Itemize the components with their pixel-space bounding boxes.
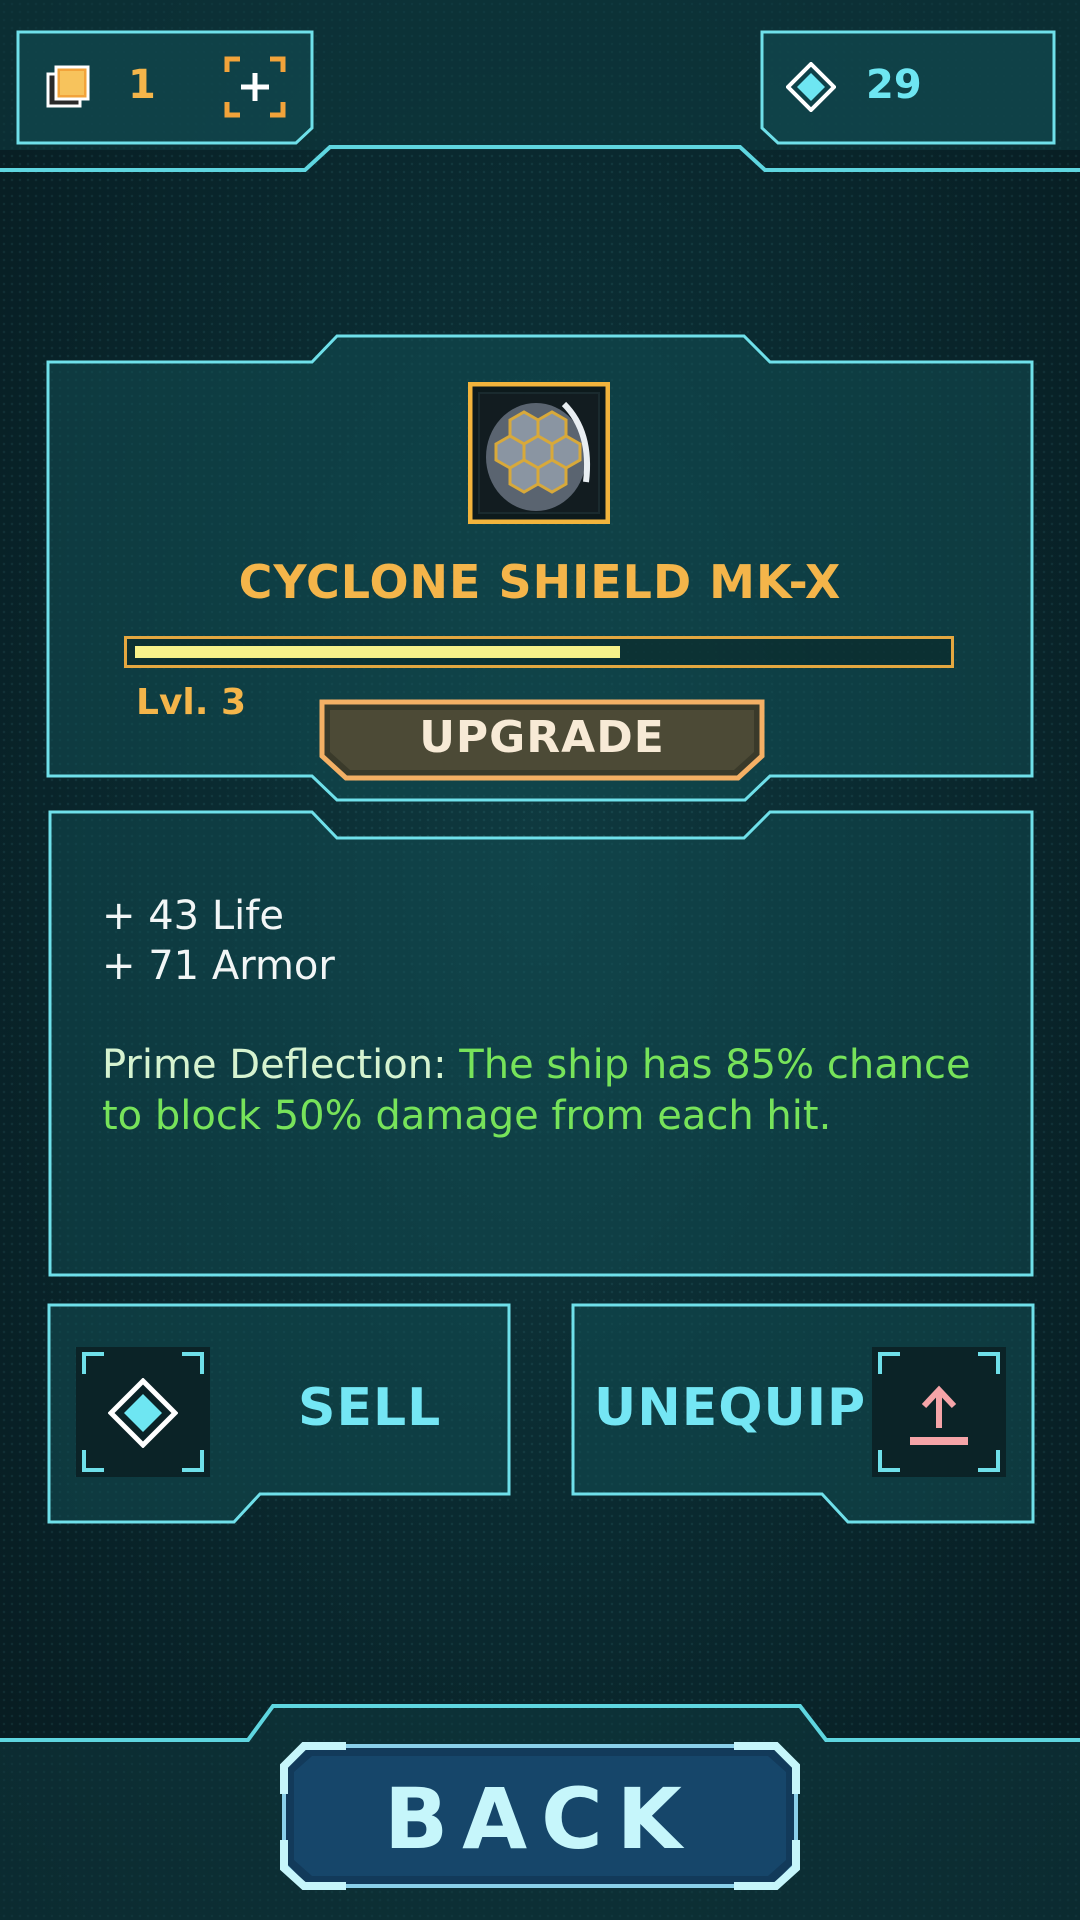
upgrade-label: UPGRADE [419,712,665,763]
diamond-icon [108,1378,178,1448]
upload-arrow-icon [910,1385,968,1445]
xp-progress-bar [124,636,954,668]
back-label: BACK [384,1770,696,1868]
item-level: Lvl. 3 [136,682,247,723]
stat-life: + 43 Life [102,893,284,939]
hex-shield-icon [467,381,611,525]
sell-label: SELL [298,1378,442,1438]
ability-name: Prime Deflection: [102,1042,447,1088]
ability-description: Prime Deflection: The ship has 85% chanc… [102,1040,982,1142]
stat-armor: + 71 Armor [102,943,335,989]
item-name: CYCLONE SHIELD MK-X [238,555,842,609]
xp-progress-fill [135,646,620,658]
unequip-label: UNEQUIP [594,1378,867,1438]
sell-button[interactable] [46,1302,512,1526]
